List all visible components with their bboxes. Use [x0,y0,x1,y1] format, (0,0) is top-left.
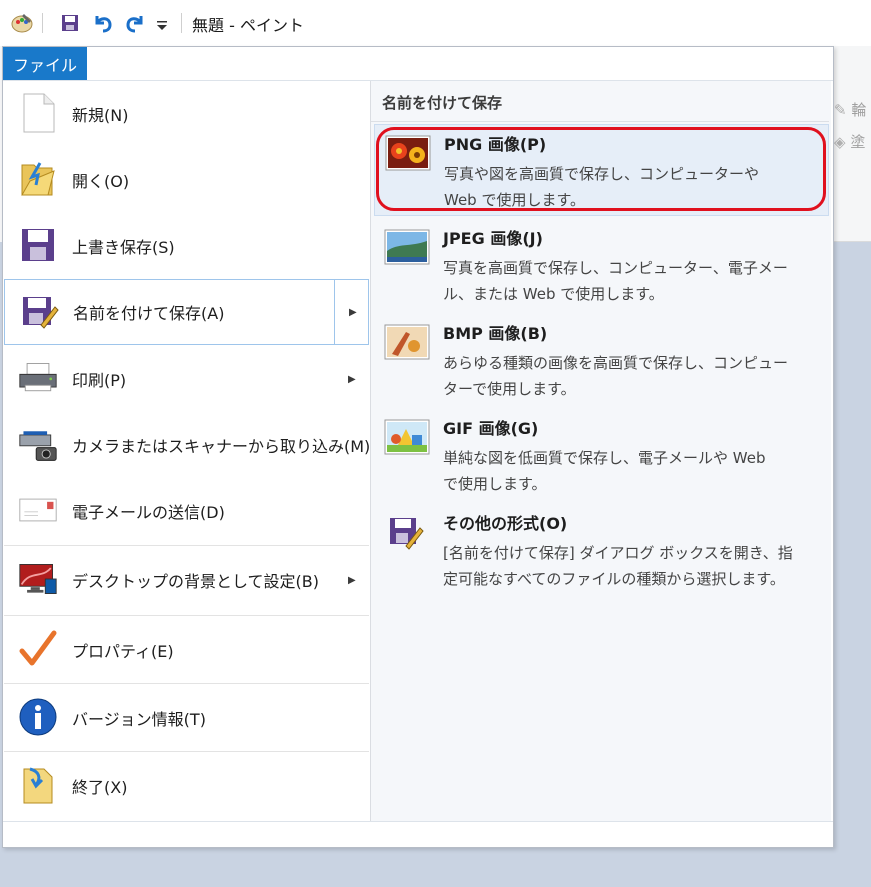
toolbar-separator [181,13,182,33]
menu-bottom-border [3,821,833,822]
png-option-annotation [376,127,826,211]
option-title: JPEG 画像(J) [443,229,543,248]
gif-image-icon [384,419,430,455]
other-formats-icon [390,518,424,550]
menu-item-print[interactable]: 印刷(P) ▶ [4,346,369,412]
menu-item-acquire[interactable]: カメラまたはスキャナーから取り込み(M) [4,412,371,478]
fill-icon: ◈ [834,133,846,151]
menu-item-label: 電子メールの送信(D) [72,503,225,522]
email-icon [19,498,57,522]
menu-item-label: 終了(X) [72,778,128,797]
menu-divider [4,683,369,684]
submenu-header-divider [371,121,829,122]
menu-item-email[interactable]: 電子メールの送信(D) [4,478,369,544]
option-description: 単純な図を低画質で保存し、電子メールや Web で使用します。 [443,449,766,493]
menu-item-label: 開く(O) [72,172,130,191]
menu-item-label: カメラまたはスキャナーから取り込み(M) [72,437,371,456]
file-menu-commands: 新規(N) 開く(O) 上書き保存(S) 名前を付けて保存(A) ▶ 印刷(P)… [3,81,370,821]
jpeg-image-icon [384,229,430,265]
new-file-icon [23,93,55,133]
option-description: [名前を付けて保存] ダイアログ ボックスを開き、指 定可能なすべてのファイルの… [443,544,793,588]
customize-qat-icon[interactable] [150,11,174,35]
option-title: その他の形式(O) [443,514,568,533]
menu-divider [4,751,369,752]
option-description: あらゆる種類の画像を高画質で保存し、コンピュー ターで使用します。 [443,354,789,398]
exit-icon [23,767,53,804]
submenu-header: 名前を付けて保存 [382,94,503,112]
menu-item-label: 上書き保存(S) [72,238,175,257]
submenu-arrow-icon[interactable]: ▶ [348,374,356,385]
window-title: 無題 - ペイント [192,16,304,35]
menu-item-exit[interactable]: 終了(X) [4,753,369,819]
save-as-other-formats-option[interactable]: その他の形式(O) [名前を付けて保存] ダイアログ ボックスを開き、指 定可能… [374,504,829,596]
paint-app-icon[interactable] [10,11,34,35]
menu-divider [4,545,369,546]
toolbar-separator [42,13,43,33]
menu-divider [4,615,369,616]
save-as-bmp-option[interactable]: BMP 画像(B) あらゆる種類の画像を高画質で保存し、コンピュー ターで使用し… [374,314,829,406]
menu-item-label: 新規(N) [72,106,129,125]
menu-item-save[interactable]: 上書き保存(S) [4,213,369,279]
menu-item-label: 名前を付けて保存(A) [73,304,225,323]
redo-icon[interactable] [123,11,147,35]
menu-item-set-desktop-background[interactable]: デスクトップの背景として設定(B) ▶ [4,547,369,613]
info-icon [19,698,57,736]
open-folder-icon [21,162,55,196]
scanner-camera-icon [19,431,57,461]
properties-check-icon [19,630,57,666]
save-icon [22,229,54,261]
option-title: GIF 画像(G) [443,419,539,438]
menu-item-label: デスクトップの背景として設定(B) [72,572,319,591]
printer-icon [19,362,57,392]
save-icon[interactable] [58,11,82,35]
menu-item-about[interactable]: バージョン情報(T) [4,685,369,751]
title-bar: 無題 - ペイント [0,0,871,46]
submenu-arrow-icon[interactable]: ▶ [348,575,356,586]
menu-item-label: プロパティ(E) [72,642,174,661]
save-as-gif-option[interactable]: GIF 画像(G) 単純な図を低画質で保存し、電子メールや Web で使用します… [374,409,829,501]
undo-icon[interactable] [91,11,115,35]
outline-icon: ✎ [834,101,847,119]
menu-item-label: 印刷(P) [72,371,127,390]
submenu-arrow-icon[interactable]: ▶ [349,307,357,318]
ribbon-outline-label: ✎ 輪 [834,101,867,119]
bmp-image-icon [384,324,430,360]
menu-item-save-as[interactable]: 名前を付けて保存(A) ▶ [4,279,369,345]
menu-item-label: バージョン情報(T) [72,710,206,729]
desktop-background-icon [19,564,57,595]
menu-item-open[interactable]: 開く(O) [4,147,369,213]
option-description: 写真を高画質で保存し、コンピューター、電子メー ル、または Web で使用します… [443,259,788,303]
save-as-jpeg-option[interactable]: JPEG 画像(J) 写真を高画質で保存し、コンピューター、電子メー ル、または… [374,219,829,311]
option-title: BMP 画像(B) [443,324,548,343]
file-tab[interactable]: ファイル [3,47,87,80]
submenu-divider [334,280,335,344]
ribbon-fill-label: ◈ 塗 [834,133,866,151]
menu-item-properties[interactable]: プロパティ(E) [4,617,369,683]
save-as-icon [23,297,59,329]
menu-item-new[interactable]: 新規(N) [4,81,369,147]
